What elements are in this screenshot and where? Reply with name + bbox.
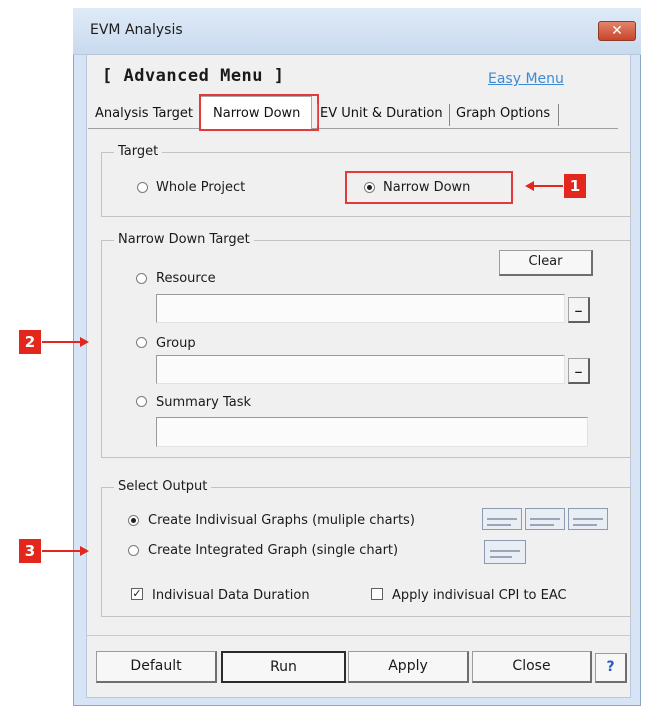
arrow-3-head: [80, 546, 89, 556]
multiple-charts-icon: [480, 505, 610, 533]
tab-separator: [558, 104, 559, 126]
clear-button[interactable]: Clear: [499, 250, 593, 276]
target-legend: Target: [114, 144, 163, 159]
resource-label: Resource: [156, 271, 216, 286]
radio-narrow-down[interactable]: [364, 182, 375, 193]
help-button[interactable]: ?: [595, 653, 627, 683]
summary-task-label: Summary Task: [156, 395, 252, 410]
tab-ev-unit-duration[interactable]: EV Unit & Duration: [320, 106, 443, 121]
group-label: Group: [156, 336, 196, 351]
close-icon: ✕: [611, 23, 623, 39]
tab-separator: [449, 104, 450, 126]
arrow-1-line: [533, 185, 563, 187]
menu-title: [ Advanced Menu ]: [102, 66, 285, 86]
group-browse-button[interactable]: _: [568, 358, 590, 384]
integrated-graph-label: Create Integrated Graph (single chart): [148, 543, 399, 558]
resource-browse-button[interactable]: _: [568, 297, 590, 323]
close-window-button[interactable]: ✕: [598, 21, 636, 41]
button-row-separator: [87, 635, 630, 636]
apply-button[interactable]: Apply: [348, 651, 469, 683]
radio-whole-project[interactable]: [137, 182, 148, 193]
single-chart-icon: [482, 538, 528, 566]
arrow-3-line: [42, 550, 80, 552]
select-output-legend: Select Output: [114, 479, 212, 494]
individual-data-duration-label: Indivisual Data Duration: [152, 588, 310, 603]
radio-group[interactable]: [136, 337, 147, 348]
narrow-down-label: Narrow Down: [383, 180, 471, 195]
arrow-2-line: [42, 341, 80, 343]
tab-analysis-target[interactable]: Analysis Target: [95, 106, 193, 121]
close-button[interactable]: Close: [472, 651, 592, 683]
checkbox-apply-cpi-to-eac[interactable]: [371, 588, 383, 600]
tab-strip-line: [88, 128, 618, 129]
apply-cpi-to-eac-label: Apply indivisual CPI to EAC: [392, 588, 567, 603]
tab-graph-options[interactable]: Graph Options: [456, 106, 550, 121]
radio-summary-task[interactable]: [136, 396, 147, 407]
window-title: EVM Analysis: [90, 22, 183, 38]
check-icon: ✓: [132, 587, 142, 600]
radio-individual-graphs[interactable]: [128, 515, 139, 526]
radio-integrated-graph[interactable]: [128, 545, 139, 556]
group-field[interactable]: [156, 355, 565, 384]
arrow-2-head: [80, 337, 89, 347]
whole-project-label: Whole Project: [156, 180, 246, 195]
checkbox-individual-data-duration[interactable]: ✓: [131, 588, 143, 600]
tab-separator: [317, 104, 318, 126]
easy-menu-link[interactable]: Easy Menu: [488, 71, 564, 87]
annotation-badge-3: 3: [19, 539, 41, 563]
run-button[interactable]: Run: [221, 651, 346, 683]
radio-resource[interactable]: [136, 273, 147, 284]
narrow-down-target-legend: Narrow Down Target: [114, 232, 254, 247]
tab-narrow-down[interactable]: Narrow Down: [213, 106, 300, 121]
annotation-badge-1: 1: [564, 174, 586, 198]
default-button[interactable]: Default: [96, 651, 217, 683]
summary-task-field[interactable]: [156, 417, 588, 447]
resource-field[interactable]: [156, 294, 565, 323]
annotation-badge-2: 2: [19, 330, 41, 354]
individual-graphs-label: Create Indivisual Graphs (muliple charts…: [148, 513, 415, 528]
